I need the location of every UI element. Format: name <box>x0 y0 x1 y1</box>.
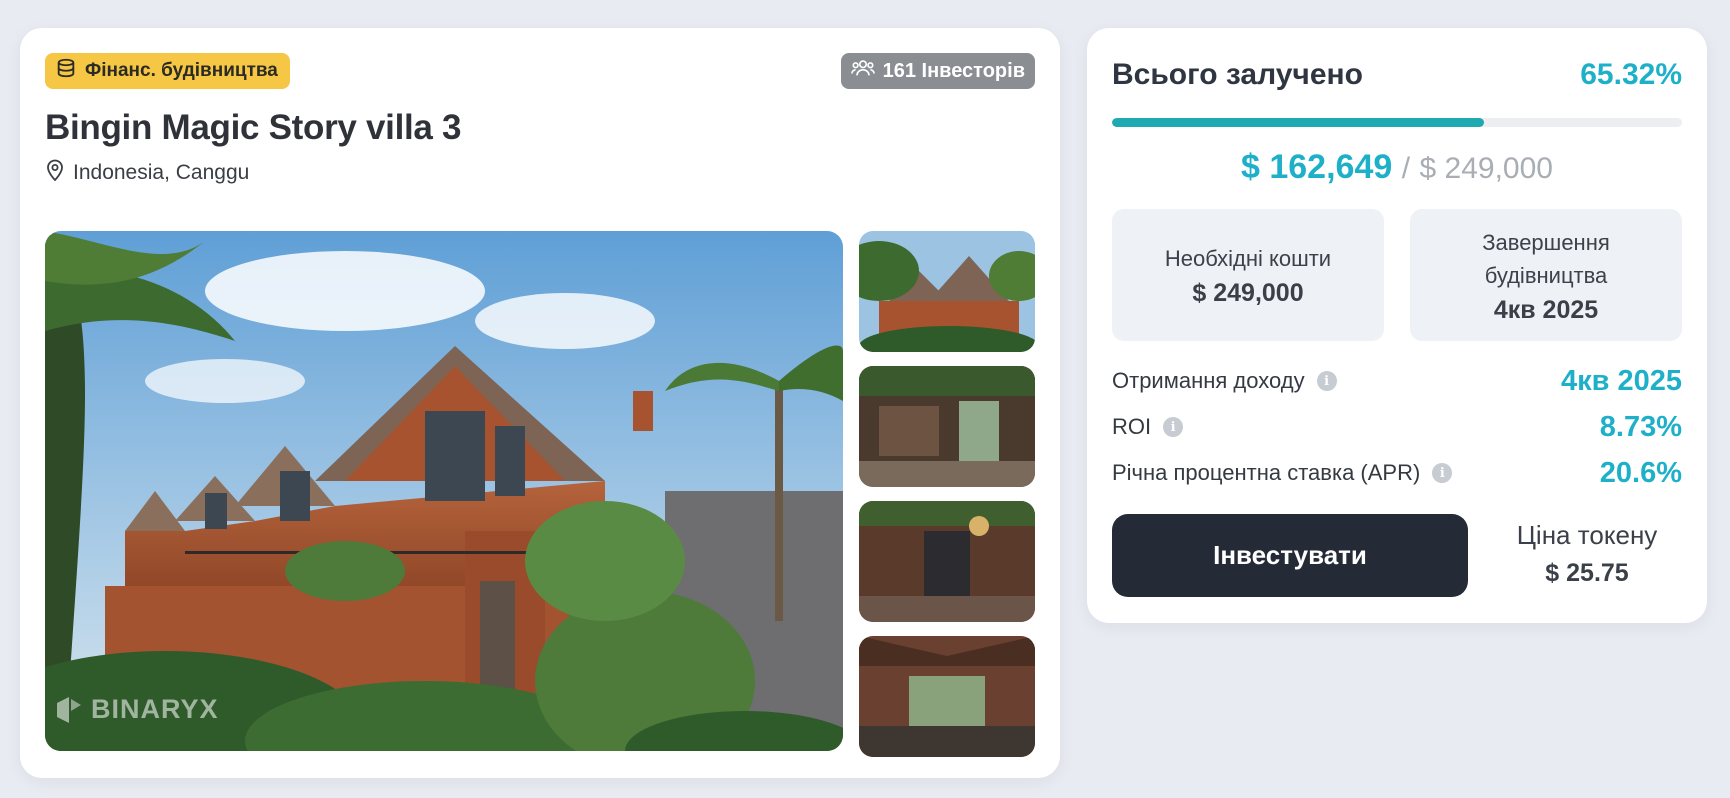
info-icon[interactable]: i <box>1316 371 1337 391</box>
required-funds-label: Необхідні кошти <box>1164 246 1332 271</box>
investors-badge: 161 Інвесторів <box>840 53 1035 89</box>
stat-row-roi: ROI i 8.73% <box>1112 407 1682 447</box>
token-price: Ціна токену $ 25.75 <box>1492 520 1682 588</box>
income-label: Отримання доходу <box>1112 368 1305 393</box>
main-photo[interactable]: BINARYX <box>45 231 843 751</box>
thumbnail-kitchen[interactable] <box>859 366 1035 487</box>
users-icon <box>850 57 875 85</box>
location-text: Indonesia, Canggu <box>73 161 250 184</box>
completion-value: 4кв 2025 <box>1493 295 1599 324</box>
token-price-value: $ 25.75 <box>1545 559 1629 587</box>
income-value: 4кв 2025 <box>1560 364 1682 397</box>
info-icon[interactable]: i <box>1163 417 1184 437</box>
investment-panel: Всього залучено 65.32% $ 162,649 / $ 249… <box>1087 28 1707 623</box>
watermark-text: BINARYX <box>91 694 219 724</box>
funding-progress-bar <box>1112 118 1682 127</box>
raised-amount: $ 162,649 <box>1241 148 1393 186</box>
project-location: Indonesia, Canggu <box>45 158 249 188</box>
investors-count: 161 Інвесторів <box>882 59 1025 82</box>
info-icon[interactable]: i <box>1432 463 1453 483</box>
invest-button[interactable]: Інвестувати <box>1112 514 1468 597</box>
category-badge-label: Фінанс. будівництва <box>85 60 278 81</box>
stat-row-apr: Річна процентна ставка (APR) i 20.6% <box>1112 453 1682 493</box>
funding-progress-fill <box>1112 118 1485 127</box>
amount-separator: / <box>1401 152 1411 185</box>
required-funds-value: $ 249,000 <box>1192 279 1304 307</box>
apr-value: 20.6% <box>1599 456 1682 489</box>
coins-icon <box>55 57 77 85</box>
apr-label: Річна процентна ставка (APR) <box>1112 460 1421 485</box>
completion-box: Завершення будівництва 4кв 2025 <box>1410 209 1682 341</box>
watermark-logo: BINARYX <box>55 694 219 725</box>
target-amount: $ 249,000 <box>1419 152 1553 185</box>
project-title: Bingin Magic Story villa 3 <box>45 108 462 147</box>
funding-amounts: $ 162,649 / $ 249,000 <box>1087 148 1707 187</box>
roi-value: 8.73% <box>1599 410 1682 443</box>
funding-percent: 65.32% <box>1580 58 1682 91</box>
token-price-label: Ціна токену <box>1516 520 1658 550</box>
roi-label: ROI <box>1112 414 1152 439</box>
thumbnail-bedroom[interactable] <box>859 636 1035 757</box>
stat-row-income: Отримання доходу i 4кв 2025 <box>1112 361 1682 401</box>
project-card: Фінанс. будівництва 161 Інвесторів Bingi… <box>20 28 1060 778</box>
map-pin-icon <box>45 158 65 188</box>
thumbnail-lounge[interactable] <box>859 501 1035 622</box>
required-funds-box: Необхідні кошти $ 249,000 <box>1112 209 1384 341</box>
funding-header: Всього залучено 65.32% <box>1112 58 1682 92</box>
category-badge: Фінанс. будівництва <box>45 53 290 89</box>
thumbnail-exterior[interactable] <box>859 231 1035 352</box>
funding-label: Всього залучено <box>1112 58 1363 91</box>
completion-label: Завершення будівництва <box>1482 229 1610 288</box>
